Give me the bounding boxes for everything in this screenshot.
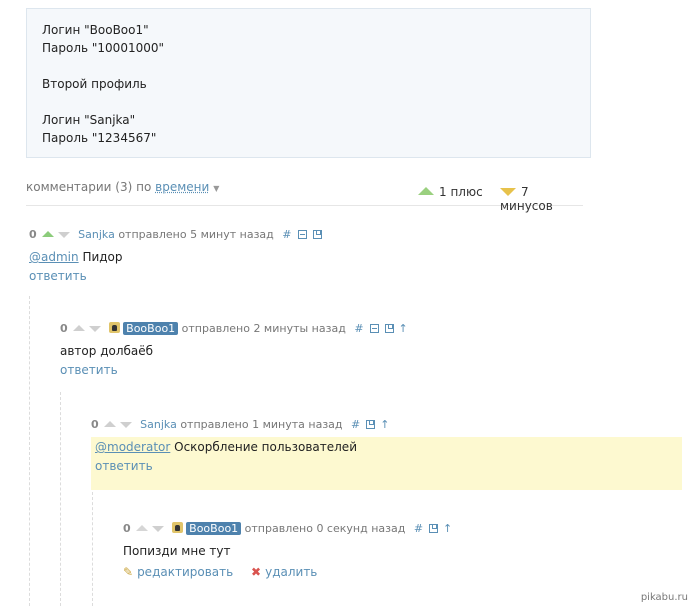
comments-header: комментарии (3) по времени ▼ 1 плюс 7 мин…: [26, 180, 583, 213]
comment-body: Попизди мне тут: [123, 541, 452, 561]
plus-count[interactable]: 1 плюс: [418, 185, 483, 199]
reply-link[interactable]: ответить: [91, 457, 389, 475]
downvote-icon: [500, 188, 516, 196]
upvote-icon[interactable]: [72, 325, 85, 331]
comment-sent-label: отправлено: [180, 418, 249, 431]
comment-rating: 0: [91, 418, 99, 431]
parent-arrow-icon[interactable]: ↑: [399, 322, 408, 335]
quote-line: Пароль "1234567": [42, 131, 157, 145]
mention-link[interactable]: @moderator: [95, 440, 170, 454]
comment-body: @admin Пидор: [29, 247, 322, 267]
comment-actions: ✎ редактировать ✖ удалить: [123, 563, 452, 581]
sort-by-time-link[interactable]: времени: [155, 180, 209, 194]
comment-body: автор долбаёб: [60, 341, 408, 361]
comment-sent-label: отправлено: [244, 522, 313, 535]
upvote-icon[interactable]: [41, 231, 54, 237]
comment-time: 5 минут назад: [190, 228, 274, 241]
minus-count[interactable]: 7 минусов: [500, 185, 583, 213]
comment-meta: 0 Sanjka отправлено 5 минут назад #: [29, 227, 322, 243]
comment-meta: 0 Sanjka отправлено 1 минута назад # ↑: [91, 417, 389, 433]
comment-author[interactable]: Sanjka: [140, 418, 177, 431]
permalink-icon[interactable]: #: [282, 228, 291, 241]
upvote-icon: [135, 525, 148, 531]
comment-time: 1 минута назад: [252, 418, 343, 431]
comment-author[interactable]: Sanjka: [78, 228, 115, 241]
collapse-icon[interactable]: [369, 324, 379, 333]
comment: 0 Sanjka отправлено 5 минут назад # @adm…: [29, 227, 322, 285]
edit-link[interactable]: редактировать: [137, 565, 233, 579]
comment: 0 BooBoo1 отправлено 0 секунд назад # ↑ П…: [123, 521, 452, 581]
comment-time: 0 секунд назад: [316, 522, 406, 535]
upvote-icon[interactable]: [103, 421, 116, 427]
mention-link[interactable]: @admin: [29, 250, 79, 264]
comment-rating: 0: [29, 228, 37, 241]
quote-line: Логин "Sanjka": [42, 113, 136, 127]
comment-rating: 0: [123, 522, 131, 535]
comment-time: 2 минуты назад: [253, 322, 346, 335]
comment-text: Попизди мне тут: [123, 544, 231, 558]
permalink-icon[interactable]: #: [351, 418, 360, 431]
comment-text: Пидор: [82, 250, 123, 264]
delete-link[interactable]: удалить: [265, 565, 317, 579]
permalink-icon[interactable]: #: [414, 522, 423, 535]
pencil-icon[interactable]: ✎: [123, 565, 133, 579]
quote-line: [42, 93, 575, 111]
reply-link[interactable]: ответить: [29, 267, 322, 285]
close-icon: ✖: [251, 565, 262, 579]
quote-line: Пароль "10001000": [42, 41, 165, 55]
save-icon[interactable]: [312, 230, 322, 239]
watermark: pikabu.ru: [640, 592, 688, 603]
quote-line: Логин "BooBoo1": [42, 23, 149, 37]
comment: 0 BooBoo1 отправлено 2 минуты назад # ↑ а…: [60, 321, 408, 379]
comment-meta: 0 BooBoo1 отправлено 0 секунд назад # ↑: [123, 521, 452, 537]
downvote-icon[interactable]: [119, 422, 132, 428]
comment-text: автор долбаёб: [60, 344, 154, 358]
downvote-icon[interactable]: [88, 326, 101, 332]
quote-line: [42, 57, 575, 75]
collapse-icon[interactable]: [297, 230, 307, 239]
comment-meta: 0 BooBoo1 отправлено 2 минуты назад # ↑: [60, 321, 408, 337]
upvote-icon: [418, 187, 434, 195]
comment: 0 Sanjka отправлено 1 минута назад # ↑ @m…: [91, 417, 389, 475]
downvote-icon[interactable]: [57, 232, 70, 238]
permalink-icon[interactable]: #: [354, 322, 363, 335]
save-icon[interactable]: [366, 420, 376, 429]
comment-sent-label: отправлено: [181, 322, 250, 335]
comment-author-badge[interactable]: BooBoo1: [123, 322, 179, 335]
comments-sort: комментарии (3) по времени ▼: [26, 180, 219, 194]
downvote-icon: [151, 526, 164, 532]
avatar-icon: [109, 322, 121, 333]
comment-sent-label: отправлено: [118, 228, 187, 241]
comment-text: Оскорбление пользователей: [174, 440, 357, 454]
comments-count: комментарии (3) по: [26, 180, 152, 194]
thread-line: [60, 392, 61, 606]
avatar-icon: [172, 522, 184, 533]
quote-line: Второй профиль: [42, 77, 147, 91]
plus-label: 1 плюс: [439, 185, 483, 199]
save-icon[interactable]: [384, 324, 394, 333]
reply-link[interactable]: ответить: [60, 361, 408, 379]
caret-down-icon[interactable]: ▼: [213, 184, 219, 193]
comment-rating: 0: [60, 322, 68, 335]
thread-line: [92, 492, 93, 606]
comment-body: @moderator Оскорбление пользователей: [91, 437, 389, 457]
parent-arrow-icon[interactable]: ↑: [443, 522, 452, 535]
quoted-post-text: Логин "BooBoo1" Пароль "10001000" Второй…: [26, 8, 591, 158]
comment-author-badge[interactable]: BooBoo1: [186, 522, 242, 535]
save-icon[interactable]: [429, 524, 439, 533]
thread-line: [29, 296, 30, 606]
parent-arrow-icon[interactable]: ↑: [380, 418, 389, 431]
delete-action[interactable]: ✖ удалить: [251, 565, 317, 579]
